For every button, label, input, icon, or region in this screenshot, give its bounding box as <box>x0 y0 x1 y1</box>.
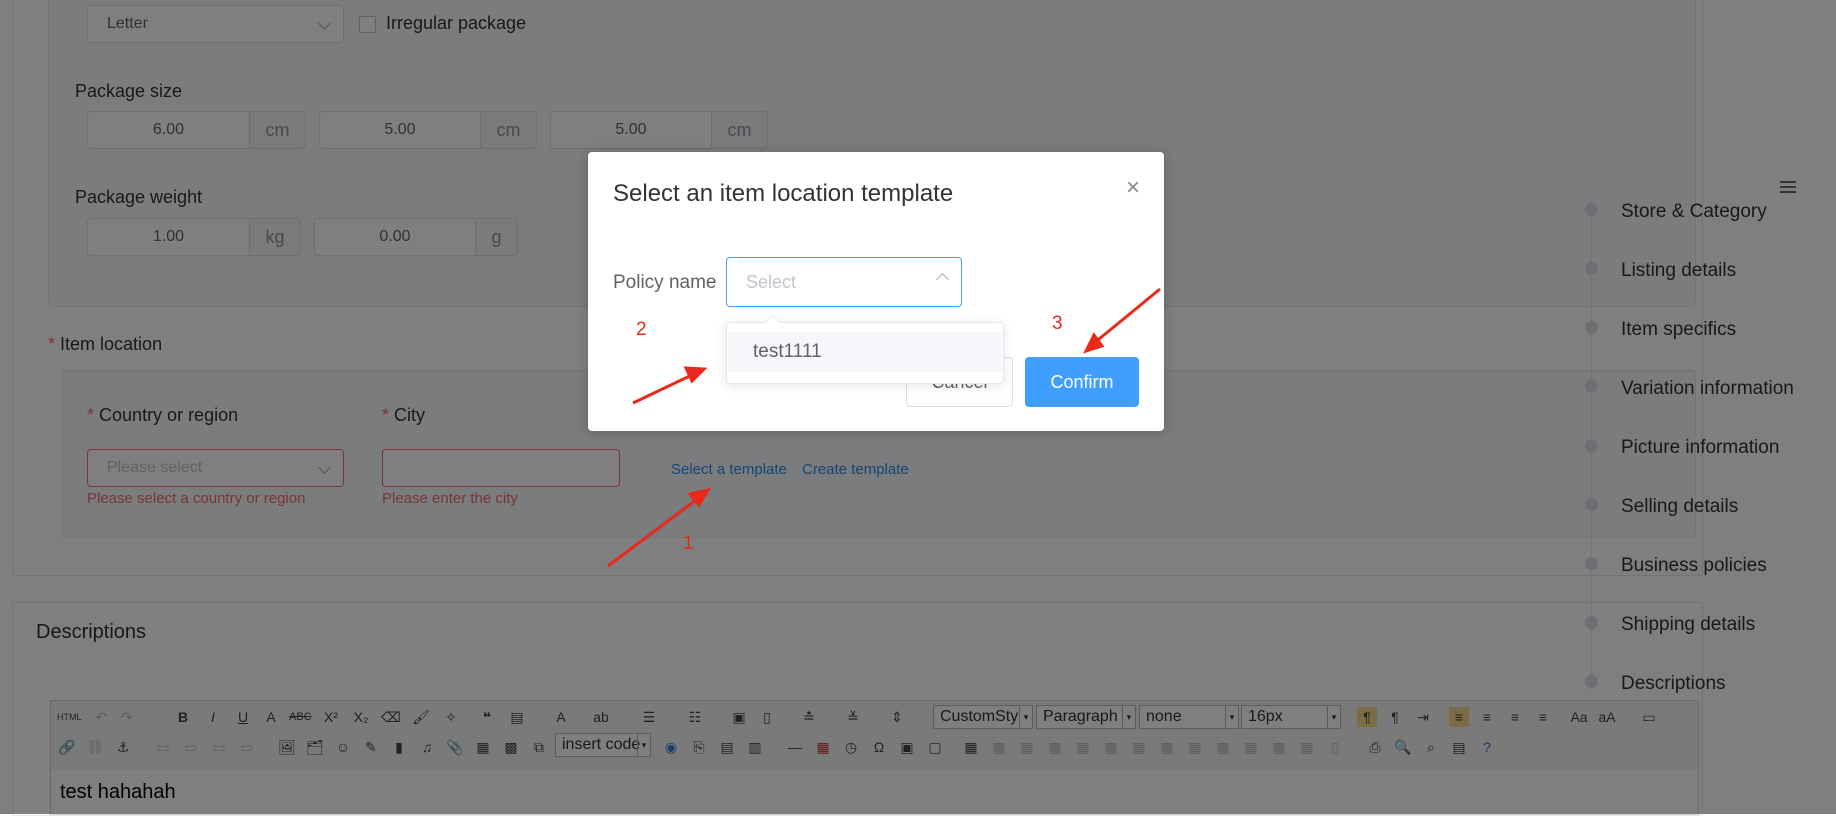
arrow-3 <box>1092 287 1161 346</box>
annotation-1: 1 <box>683 533 694 554</box>
annotation-2: 2 <box>636 319 647 340</box>
annotation-3: 3 <box>1052 313 1063 334</box>
arrow-1 <box>607 495 701 568</box>
arrow-2 <box>632 371 697 405</box>
arrow-2-head <box>683 366 708 384</box>
annotation-arrows <box>607 287 1161 568</box>
